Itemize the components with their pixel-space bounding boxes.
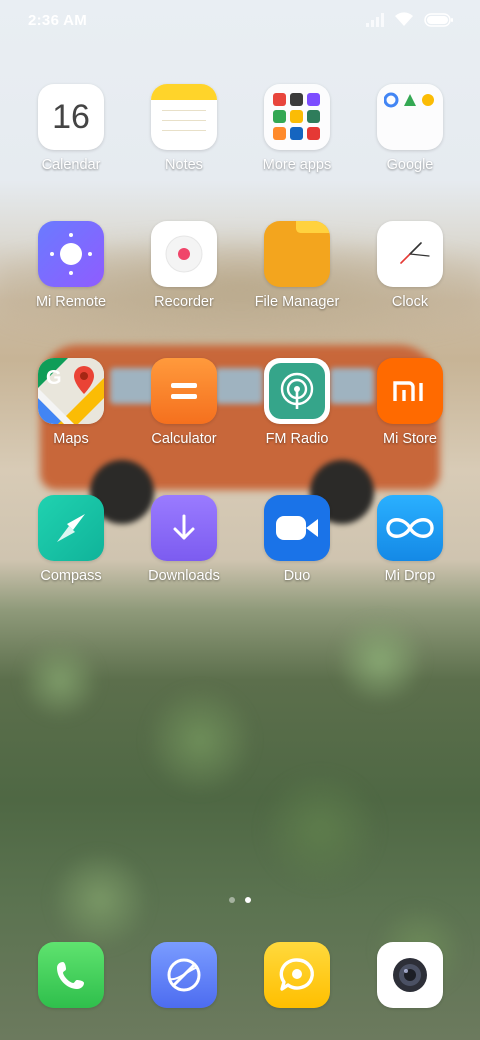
google-folder-icon xyxy=(377,84,443,150)
svg-text:G: G xyxy=(46,367,62,389)
app-label: Compass xyxy=(40,568,102,584)
app-notes[interactable]: Notes xyxy=(128,84,240,173)
app-label: Google xyxy=(386,157,434,173)
app-label: Mi Drop xyxy=(384,568,436,584)
home-screen: 2:36 AM 16 Calendar Notes More apps Goog… xyxy=(0,0,480,1040)
downloads-icon xyxy=(151,495,217,561)
battery-icon xyxy=(424,12,454,32)
app-folder-google[interactable]: Google xyxy=(354,84,466,173)
app-fm-radio[interactable]: FM Radio xyxy=(241,358,353,447)
duo-icon xyxy=(264,495,330,561)
app-label: Mi Remote xyxy=(35,294,107,310)
maps-icon: G xyxy=(38,358,104,424)
app-calculator[interactable]: Calculator xyxy=(128,358,240,447)
app-label: Downloads xyxy=(148,568,220,584)
camera-icon xyxy=(393,958,427,992)
browser-icon xyxy=(167,958,201,992)
app-calendar[interactable]: 16 Calendar xyxy=(15,84,127,173)
app-duo[interactable]: Duo xyxy=(241,495,353,584)
signal-icon xyxy=(366,12,384,32)
status-icons xyxy=(366,12,454,32)
calendar-icon: 16 xyxy=(38,84,104,150)
clock-icon xyxy=(377,221,443,287)
dock-phone[interactable] xyxy=(38,942,104,1008)
status-bar: 2:36 AM xyxy=(0,0,480,44)
app-label: FM Radio xyxy=(265,431,329,447)
calendar-date: 16 xyxy=(52,97,90,136)
app-label: File Manager xyxy=(254,294,340,310)
recorder-icon xyxy=(151,221,217,287)
mi-store-icon xyxy=(377,358,443,424)
app-label: More apps xyxy=(262,157,332,173)
app-label: Calculator xyxy=(151,431,217,447)
page-dot[interactable] xyxy=(229,897,235,903)
dock-messaging[interactable] xyxy=(264,942,330,1008)
app-label: Clock xyxy=(391,294,429,310)
app-label: Calendar xyxy=(41,157,101,173)
app-label: Mi Store xyxy=(383,431,437,447)
folder-icon xyxy=(264,84,330,150)
app-label: Recorder xyxy=(154,294,214,310)
page-dot-active[interactable] xyxy=(245,897,251,903)
app-clock[interactable]: Clock xyxy=(354,221,466,310)
messaging-icon xyxy=(279,958,314,991)
compass-icon xyxy=(38,495,104,561)
app-mi-store[interactable]: Mi Store xyxy=(354,358,466,447)
app-mi-remote[interactable]: Mi Remote xyxy=(15,221,127,310)
phone-icon xyxy=(57,962,84,989)
fm-radio-icon xyxy=(264,358,330,424)
status-time: 2:36 AM xyxy=(28,12,88,29)
app-folder-more-apps[interactable]: More apps xyxy=(241,84,353,173)
app-mi-drop[interactable]: Mi Drop xyxy=(354,495,466,584)
app-label: Maps xyxy=(53,431,89,447)
app-compass[interactable]: Compass xyxy=(15,495,127,584)
app-downloads[interactable]: Downloads xyxy=(128,495,240,584)
mi-remote-icon xyxy=(38,221,104,287)
wifi-icon xyxy=(394,12,414,32)
file-manager-icon xyxy=(264,221,330,287)
app-file-manager[interactable]: File Manager xyxy=(241,221,353,310)
mi-drop-icon xyxy=(377,495,443,561)
page-indicator[interactable] xyxy=(0,897,480,903)
calculator-icon xyxy=(151,358,217,424)
app-label: Notes xyxy=(165,157,203,173)
app-maps[interactable]: G Maps xyxy=(15,358,127,447)
dock-camera[interactable] xyxy=(377,942,443,1008)
app-label: Duo xyxy=(283,568,311,584)
notes-icon xyxy=(151,84,217,150)
dock-browser[interactable] xyxy=(151,942,217,1008)
app-recorder[interactable]: Recorder xyxy=(128,221,240,310)
